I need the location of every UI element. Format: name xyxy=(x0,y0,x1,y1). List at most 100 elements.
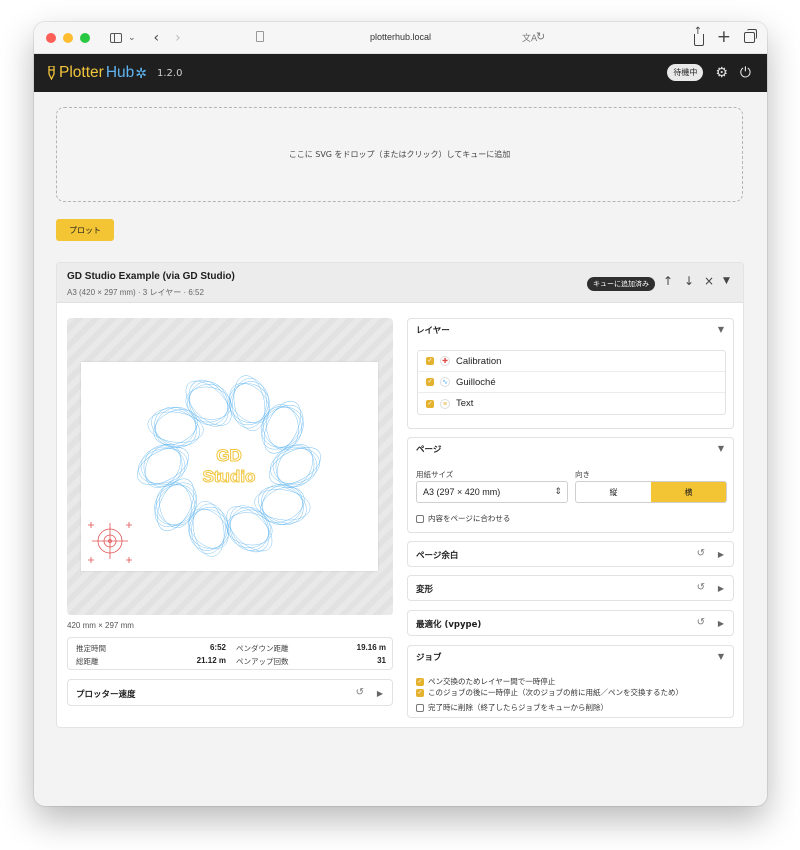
portrait-option[interactable]: 縦 xyxy=(576,482,651,502)
layer-row-text[interactable]: ✓ ≡ Text xyxy=(418,393,725,414)
sidebar-toggle-icon[interactable] xyxy=(110,32,122,43)
collapse-caret-icon[interactable]: ▼ xyxy=(718,652,724,661)
guilloche-loop xyxy=(154,484,197,526)
window-controls xyxy=(46,32,90,43)
collapse-caret-icon[interactable]: ▼ xyxy=(723,276,730,286)
reset-icon[interactable]: ↺ xyxy=(697,617,705,628)
app-name-plotter: Plotter xyxy=(59,64,104,81)
pen-up-value: 31 xyxy=(377,656,386,665)
job-options-title: ジョブ xyxy=(416,653,442,663)
move-down-icon[interactable]: ↓ xyxy=(684,274,694,288)
minimize-window-button[interactable] xyxy=(63,32,73,43)
chevron-down-icon[interactable]: ⌄ xyxy=(128,33,136,43)
reset-icon[interactable]: ↺ xyxy=(356,687,364,698)
total-distance-label: 総距離 xyxy=(76,657,99,666)
gear-icon[interactable]: ⚙ xyxy=(715,66,728,80)
svg-dropzone[interactable]: ここに SVG をドロップ（またはクリック）してキューに追加 xyxy=(56,107,743,202)
guilloche-loop xyxy=(261,406,304,448)
optimize-panel[interactable]: 最適化 (vpype) ↺ ▶ xyxy=(407,610,734,636)
collapse-caret-icon[interactable]: ▼ xyxy=(718,325,724,334)
power-icon[interactable]: ⏻ xyxy=(740,66,751,80)
guilloche-loop xyxy=(260,487,305,523)
artwork-svg: GD Studio xyxy=(88,375,321,563)
page-panel-header[interactable]: ページ ▼ xyxy=(408,438,733,460)
layer-list: ✓ ✚ Calibration ✓ ∿ Guilloché ✓ ≡ Text xyxy=(417,350,726,415)
close-window-button[interactable] xyxy=(46,32,56,43)
layers-panel: レイヤー ▼ ✓ ✚ Calibration ✓ ∿ Guilloché ✓ ≡… xyxy=(407,318,734,429)
browser-window: ⌄ ‹ › plotterhub.local 文A ↻ + Plotter Hu… xyxy=(34,22,767,806)
expand-caret-icon[interactable]: ▶ xyxy=(718,584,724,593)
app-name-hub: Hub xyxy=(105,64,135,81)
zoom-window-button[interactable] xyxy=(80,32,90,43)
expand-caret-icon[interactable]: ▶ xyxy=(377,689,383,698)
move-up-icon[interactable]: ↑ xyxy=(663,274,673,288)
layer-row-calibration[interactable]: ✓ ✚ Calibration xyxy=(418,351,725,372)
delete-on-complete-option[interactable]: 完了時に削除（終了したらジョブをキューから削除） xyxy=(416,702,608,713)
layer-checkbox[interactable]: ✓ xyxy=(426,378,434,386)
crosshair-icon: ✚ xyxy=(440,356,450,366)
guilloche-loop xyxy=(138,448,188,484)
guilloche-loop xyxy=(276,444,314,488)
option-checkbox[interactable]: ✓ xyxy=(416,677,424,686)
wave-icon: ∿ xyxy=(440,377,450,387)
network-star-icon: ✲ xyxy=(135,64,147,81)
address-bar[interactable]: plotterhub.local xyxy=(370,32,431,42)
reload-icon[interactable]: ↻ xyxy=(536,30,545,43)
new-tab-icon[interactable]: + xyxy=(717,29,731,46)
margin-title: ページ余白 xyxy=(416,551,459,561)
landscape-option[interactable]: 横 xyxy=(651,482,726,502)
reset-icon[interactable]: ↺ xyxy=(697,582,705,593)
tab-overview-icon[interactable] xyxy=(744,29,757,43)
app-version: 1.2.0 xyxy=(156,67,183,79)
guilloche-loop xyxy=(226,512,273,546)
guilloche-loop xyxy=(137,447,189,485)
layer-checkbox[interactable]: ✓ xyxy=(426,399,434,408)
queued-badge: キューに追加済み xyxy=(587,277,655,291)
plot-preview: GD Studio xyxy=(67,318,393,615)
expand-caret-icon[interactable]: ▶ xyxy=(718,619,724,628)
translate-icon[interactable]: 文A xyxy=(522,31,537,44)
guilloche-loop xyxy=(263,400,301,454)
margin-panel[interactable]: ページ余白 ↺ ▶ xyxy=(407,541,734,567)
expand-caret-icon[interactable]: ▶ xyxy=(718,550,724,559)
reset-icon[interactable]: ↺ xyxy=(697,548,705,559)
job-card: GD Studio Example (via GD Studio) A3 (42… xyxy=(56,262,744,728)
forward-arrow-icon[interactable]: › xyxy=(175,30,181,46)
job-options-header[interactable]: ジョブ ▼ xyxy=(408,646,733,668)
fit-content-option[interactable]: 内容をページに合わせる xyxy=(416,513,510,524)
share-icon[interactable] xyxy=(693,26,704,46)
text-gd: GD xyxy=(216,446,242,465)
back-arrow-icon[interactable]: ‹ xyxy=(154,30,160,46)
guilloche-loop xyxy=(157,478,195,532)
app-logo[interactable]: Plotter Hub ✲ xyxy=(48,64,147,82)
option-label: 完了時に削除（終了したらジョブをキューから削除） xyxy=(428,703,608,712)
option-checkbox[interactable] xyxy=(416,703,424,712)
collapse-caret-icon[interactable]: ▼ xyxy=(718,444,724,453)
fit-content-checkbox[interactable] xyxy=(416,514,424,523)
option-checkbox[interactable]: ✓ xyxy=(416,688,424,697)
paper-size-select[interactable]: A3 (297 × 420 mm) ⇕ xyxy=(416,481,568,503)
browser-toolbar: ⌄ ‹ › plotterhub.local 文A ↻ + xyxy=(34,22,767,54)
select-arrows-icon: ⇕ xyxy=(554,486,562,496)
layer-name: Guilloché xyxy=(456,376,496,388)
pause-after-job-option[interactable]: ✓ このジョブの後に一時停止（次のジョブの前に用紙／ペンを交換するため） xyxy=(416,687,683,698)
plotter-speed-title: プロッター速度 xyxy=(76,689,136,700)
transform-panel[interactable]: 変形 ↺ ▶ xyxy=(407,575,734,601)
remove-job-icon[interactable]: × xyxy=(704,274,714,288)
guilloche-loop xyxy=(187,508,230,549)
guilloche-loop xyxy=(270,448,320,484)
layers-panel-header[interactable]: レイヤー ▼ xyxy=(408,319,733,341)
layer-row-guilloche[interactable]: ✓ ∿ Guilloché xyxy=(418,372,725,393)
main-content: ここに SVG をドロップ（またはクリック）してキューに追加 プロット GD S… xyxy=(34,92,767,806)
dropzone-text: ここに SVG をドロップ（またはクリック）してキューに追加 xyxy=(288,150,511,159)
layer-checkbox[interactable]: ✓ xyxy=(426,357,434,365)
plot-button[interactable]: プロット xyxy=(56,219,114,241)
guilloche-loop xyxy=(185,386,232,420)
plotter-speed-panel[interactable]: プロッター速度 ↺ ▶ xyxy=(67,679,393,706)
guilloche-loop xyxy=(269,447,321,485)
status-badge: 待機中 xyxy=(667,64,704,81)
layer-name: Text xyxy=(456,398,474,409)
pause-between-layers-option[interactable]: ✓ ペン交換のためレイヤー間で一時停止 xyxy=(416,676,555,687)
job-header[interactable]: GD Studio Example (via GD Studio) A3 (42… xyxy=(57,263,743,303)
paper-dimensions: 420 mm × 297 mm xyxy=(67,621,134,630)
